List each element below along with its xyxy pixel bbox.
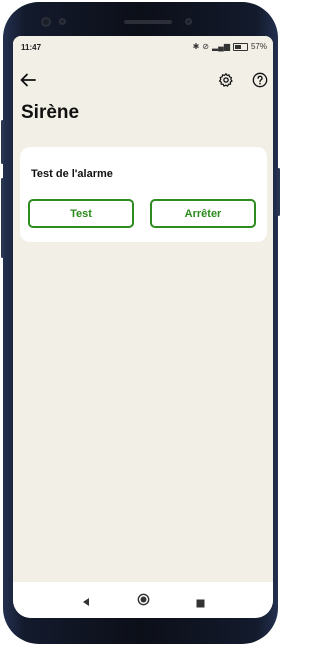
nav-home-button[interactable] [137,593,150,611]
battery-icon [232,43,248,51]
gear-icon [218,73,233,87]
stop-button[interactable]: Arrêter [150,199,256,228]
app-bar [13,58,273,106]
status-bar: 11:47 ✱ ⊘ ▂▄▆ 57% [13,36,273,58]
mute-icon: ⊘ [202,42,209,51]
bluetooth-icon: ✱ [192,42,200,51]
proximity-sensor-icon [185,18,192,25]
help-icon [252,72,268,88]
signal-icon: ▂▄▆ [212,42,230,51]
battery-percent: 57% [250,42,267,51]
nav-back-button[interactable] [81,594,91,612]
nav-recents-button[interactable] [196,595,205,613]
status-time: 11:47 [21,43,42,52]
screen: 11:47 ✱ ⊘ ▂▄▆ 57% Sirène Test de l'alarm… [13,36,273,618]
earpiece-speaker [124,20,172,24]
page-title: Sirène [21,102,80,123]
back-triangle-icon [83,598,89,606]
power-button [1,120,4,164]
card-title: Test de l'alarme [31,168,113,180]
system-nav-bar [13,582,273,618]
help-button[interactable] [248,68,272,92]
volume-button [1,178,4,258]
phone-frame: 11:47 ✱ ⊘ ▂▄▆ 57% Sirène Test de l'alarm… [1,2,280,644]
test-button[interactable]: Test [28,199,134,228]
recents-square-icon [196,599,205,608]
status-icons: ✱ ⊘ ▂▄▆ 57% [193,42,267,52]
sensor-icon [59,18,66,25]
back-arrow-icon [20,73,36,87]
settings-button[interactable] [214,68,238,92]
alarm-test-card: Test de l'alarme Test Arrêter [20,147,267,242]
home-circle-icon [137,593,150,606]
side-key [277,168,280,216]
front-camera-icon [41,17,51,27]
back-button[interactable] [16,68,40,92]
